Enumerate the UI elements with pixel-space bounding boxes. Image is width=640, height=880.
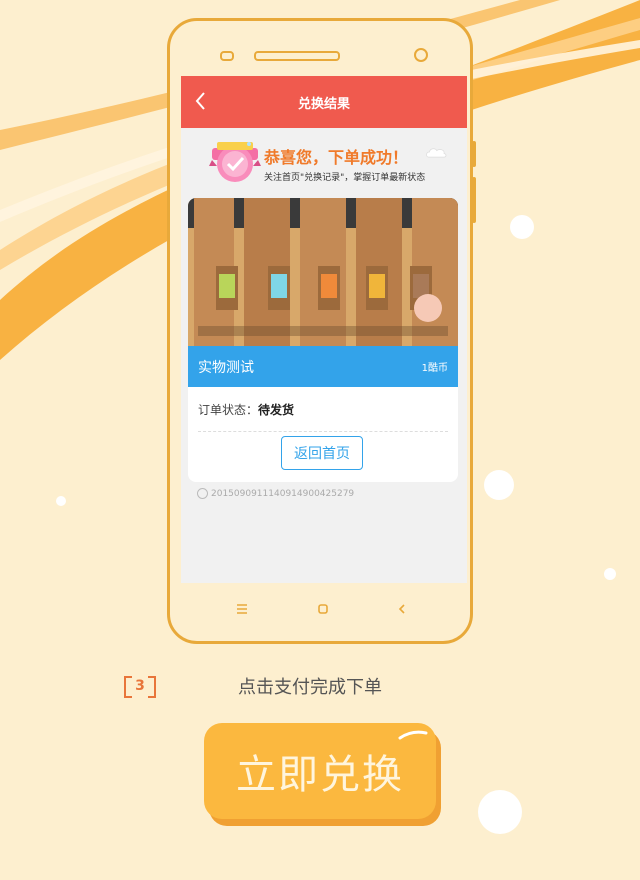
back-arrow-icon[interactable]	[191, 89, 211, 113]
decoration-dot	[478, 790, 522, 834]
order-id: 2015090911140914900425279	[197, 488, 354, 499]
step-description: 点击支付完成下单	[238, 677, 382, 698]
back-icon[interactable]	[392, 599, 412, 619]
decoration-dot	[484, 470, 514, 500]
phone-side-button	[472, 141, 476, 167]
divider	[198, 431, 448, 432]
product-name: 实物测试	[198, 359, 254, 376]
decoration-dot	[56, 496, 66, 506]
button-highlight	[398, 730, 428, 740]
home-icon[interactable]	[313, 599, 333, 619]
product-price: 1酷币	[421, 363, 448, 374]
phone-side-button	[472, 177, 476, 223]
page-title: 兑换结果	[297, 96, 350, 112]
phone-sensor	[220, 51, 234, 61]
step-number: 3	[124, 674, 156, 698]
phone-camera	[414, 48, 428, 62]
order-status: 订单状态：待发货	[188, 387, 458, 427]
decoration-dot	[604, 568, 616, 580]
phone-screen: 兑换结果 恭喜您，下单成功！ 关注首页"兑换记录"，掌握订单最新状态 实物测试 …	[181, 76, 467, 583]
softkeys	[170, 599, 470, 623]
order-card: 实物测试 1酷币 订单状态：待发货 返回首页	[188, 198, 458, 482]
order-id-number: 2015090911140914900425279	[211, 488, 355, 499]
order-id-icon	[197, 488, 208, 499]
product-image	[188, 198, 458, 346]
success-banner: 恭喜您，下单成功！ 关注首页"兑换记录"，掌握订单最新状态	[181, 128, 467, 198]
success-badge-icon	[209, 142, 261, 182]
phone-speaker	[254, 51, 340, 61]
navbar: 兑换结果	[181, 76, 467, 128]
order-status-value: 待发货	[258, 403, 295, 417]
order-status-label: 订单状态：	[198, 403, 259, 417]
phone-frame: 兑换结果 恭喜您，下单成功！ 关注首页"兑换记录"，掌握订单最新状态 实物测试 …	[167, 18, 476, 644]
back-home-button[interactable]: 返回首页	[281, 436, 363, 470]
success-title: 恭喜您，下单成功！	[264, 148, 409, 167]
cloud-icon	[426, 148, 447, 158]
product-bar: 实物测试 1酷币	[188, 346, 458, 387]
menu-icon[interactable]	[232, 599, 252, 619]
decoration-dot	[510, 215, 534, 239]
success-subtitle: 关注首页"兑换记录"，掌握订单最新状态	[264, 173, 426, 183]
